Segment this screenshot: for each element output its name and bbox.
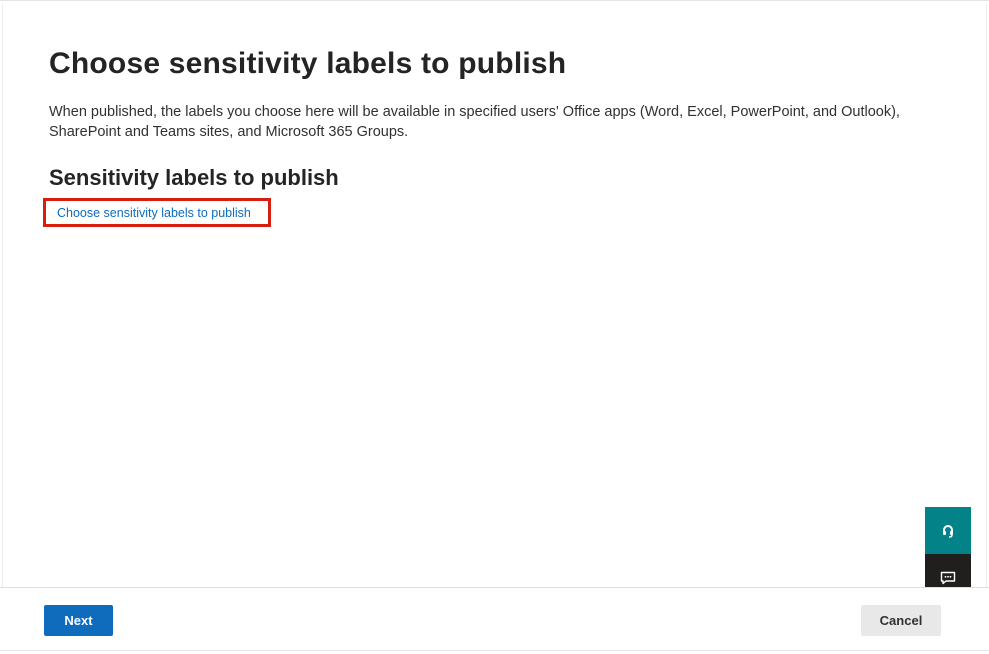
right-border	[986, 4, 987, 587]
main-content: Choose sensitivity labels to publish Whe…	[49, 44, 949, 192]
wizard-footer: Next Cancel	[0, 587, 989, 654]
next-button[interactable]: Next	[44, 605, 113, 636]
footer-divider	[0, 650, 989, 651]
top-divider	[0, 0, 989, 5]
help-button[interactable]	[925, 507, 971, 554]
page-description: When published, the labels you choose he…	[49, 104, 900, 140]
highlight-box: Choose sensitivity labels to publish	[43, 198, 271, 227]
cancel-button[interactable]: Cancel	[861, 605, 941, 636]
feedback-icon	[940, 571, 956, 584]
choose-labels-link[interactable]: Choose sensitivity labels to publish	[57, 206, 251, 220]
wizard-panel: Choose sensitivity labels to publish Whe…	[0, 0, 989, 654]
headset-icon	[943, 524, 953, 538]
section-heading: Sensitivity labels to publish	[49, 165, 339, 190]
left-border	[2, 4, 3, 587]
page-title: Choose sensitivity labels to publish	[49, 47, 567, 80]
